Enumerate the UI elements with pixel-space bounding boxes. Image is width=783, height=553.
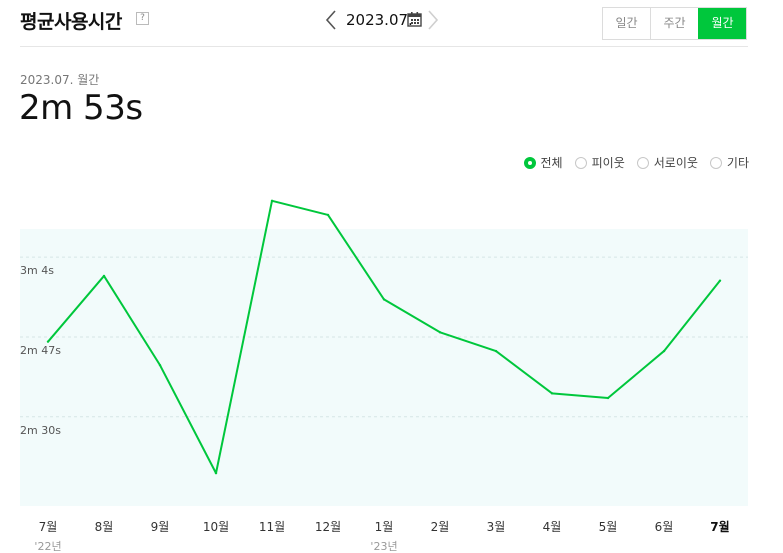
year-label: '23년 <box>370 540 397 553</box>
x-tick-label: 7월 <box>710 519 729 534</box>
x-tick-label: 8월 <box>95 520 114 534</box>
x-tick-label: 6월 <box>655 520 674 534</box>
x-tick-label: 3월 <box>487 520 506 534</box>
data-point <box>662 349 666 353</box>
x-tick-label: 5월 <box>599 520 618 534</box>
data-point <box>606 396 610 400</box>
x-tick-label: 11월 <box>259 520 285 534</box>
data-point <box>718 279 722 282</box>
x-tick-label: 10월 <box>203 520 229 534</box>
data-point <box>494 349 498 353</box>
y-tick-label: 3m 4s <box>20 264 54 277</box>
x-tick-label: 1월 <box>375 520 394 534</box>
data-point <box>102 274 106 278</box>
x-tick-label: 9월 <box>151 520 170 534</box>
data-point <box>382 298 386 301</box>
data-point <box>214 471 218 475</box>
data-point <box>326 213 330 217</box>
x-tick-label: 12월 <box>315 520 341 534</box>
data-point <box>158 363 162 367</box>
x-tick-label: 7월 <box>39 520 58 534</box>
data-point <box>550 392 554 395</box>
x-tick-label: 2월 <box>431 520 450 534</box>
year-label: '22년 <box>34 540 61 553</box>
data-point <box>270 199 274 203</box>
x-tick-label: 4월 <box>543 520 562 534</box>
y-tick-label: 2m 30s <box>20 424 61 437</box>
data-point <box>46 340 50 343</box>
y-tick-label: 2m 47s <box>20 344 61 357</box>
data-point <box>438 331 442 334</box>
line-chart: 3m 4s 2m 47s 2m 30s 7월 8월 9월 10월 11월 12월 1월 2월 3월 4… <box>20 199 748 553</box>
plot-area <box>20 229 748 506</box>
